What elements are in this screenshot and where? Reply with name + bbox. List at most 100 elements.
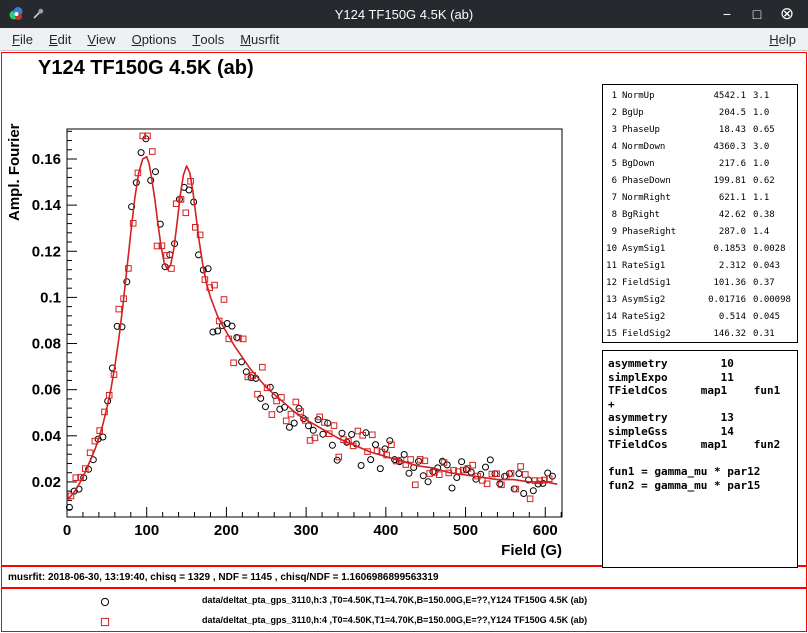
param-error: 0.62	[753, 173, 797, 190]
param-index: 8	[603, 207, 617, 224]
parameter-row-ratesig2: 14RateSig20.5140.045	[603, 309, 797, 326]
svg-text:0: 0	[63, 522, 71, 539]
param-name: NormRight	[622, 190, 692, 207]
window-title: Y124 TF150G 4.5K (ab)	[0, 7, 808, 22]
fourier-plot[interactable]: 0100200300400500600Field (G)0.020.040.06…	[2, 53, 600, 565]
param-value: 217.6	[692, 156, 746, 173]
param-error: 1.0	[753, 105, 797, 122]
param-name: NormDown	[622, 139, 692, 156]
param-name: BgRight	[622, 207, 692, 224]
parameter-row-asymsig2: 13AsymSig20.017160.00098	[603, 292, 797, 309]
param-name: RateSig2	[622, 309, 692, 326]
param-index: 5	[603, 156, 617, 173]
open-circle-marker-icon	[99, 595, 111, 607]
menu-item-options[interactable]: Options	[124, 28, 185, 50]
status-pad[interactable]: musrfit: 2018-06-30, 13:19:40, chisq = 1…	[1, 566, 807, 588]
param-name: FieldSig2	[622, 326, 692, 343]
menu-mnemonic: F	[12, 32, 20, 47]
theory-box[interactable]: asymmetry 10simplExpo 11 TFieldCos map1 f…	[602, 350, 798, 568]
theory-line: asymmetry 10	[608, 357, 797, 371]
menu-item-tools[interactable]: Tools	[184, 28, 232, 50]
param-name: NormUp	[622, 88, 692, 105]
menu-mnemonic: E	[49, 32, 58, 47]
param-index: 11	[603, 258, 617, 275]
parameter-row-bgup: 2BgUp204.51.0	[603, 105, 797, 122]
param-error: 0.31	[753, 326, 797, 343]
titlebar[interactable]: Y124 TF150G 4.5K (ab) − □ ⊗	[0, 0, 808, 28]
legend-entry: data/deltat_pta_gps_3110,h:3 ,T0=4.50K,T…	[2, 591, 806, 611]
param-index: 14	[603, 309, 617, 326]
root-canvas: Y124 TF150G 4.5K (ab) 010020030040050060…	[0, 51, 808, 633]
svg-text:0.04: 0.04	[32, 428, 62, 445]
param-index: 15	[603, 326, 617, 343]
maximize-button[interactable]: □	[748, 5, 766, 23]
param-index: 9	[603, 224, 617, 241]
menu-mnemonic: V	[87, 32, 96, 47]
param-error: 3.0	[753, 139, 797, 156]
theory-line: simpleGss 14	[608, 425, 797, 439]
parameter-row-fieldsig2: 15 FieldSig2146.32 0.31	[603, 326, 797, 343]
theory-line: fun1 = gamma_mu * par12	[608, 465, 797, 479]
pin-icon[interactable]	[31, 7, 45, 21]
param-name: BgUp	[622, 105, 692, 122]
param-error: 0.37	[753, 275, 797, 292]
param-name: PhaseUp	[622, 122, 692, 139]
param-value: 0.514	[692, 309, 746, 326]
parameter-row-phasedown: 6PhaseDown199.810.62	[603, 173, 797, 190]
menu-mnemonic: T	[192, 32, 200, 47]
svg-text:0.12: 0.12	[32, 243, 61, 260]
param-error: 3.1	[753, 88, 797, 105]
menubar: FileEditViewOptionsToolsMusrfit Help	[0, 28, 808, 51]
svg-text:0.16: 0.16	[32, 151, 61, 168]
menu-item-help[interactable]: Help	[761, 28, 804, 50]
close-button[interactable]: ⊗	[778, 5, 796, 23]
svg-text:100: 100	[134, 522, 159, 539]
menu-item-edit[interactable]: Edit	[41, 28, 79, 50]
param-name: AsymSig1	[622, 241, 692, 258]
menu-item-musrfit[interactable]: Musrfit	[232, 28, 287, 50]
y-axis: 0.020.040.060.080.10.120.140.16Ampl. Fou…	[6, 123, 77, 509]
param-value: 146.32	[692, 326, 746, 343]
param-error: 1.1	[753, 190, 797, 207]
param-value: 4542.1	[692, 88, 746, 105]
param-name: AsymSig2	[622, 292, 692, 309]
param-index: 10	[603, 241, 617, 258]
parameter-box[interactable]: 1NormUp4542.13.12BgUp204.51.03PhaseUp18.…	[602, 84, 798, 343]
parameter-row-ratesig1: 11RateSig12.3120.043	[603, 258, 797, 275]
param-value: 42.62	[692, 207, 746, 224]
menu-item-view[interactable]: View	[79, 28, 123, 50]
theory-line: TFieldCos map1 fun2	[608, 438, 797, 452]
svg-text:600: 600	[533, 522, 558, 539]
param-error: 0.38	[753, 207, 797, 224]
app-icon	[8, 6, 24, 22]
param-index: 7	[603, 190, 617, 207]
x-axis: 0100200300400500600Field (G)	[63, 507, 562, 559]
app-window: Y124 TF150G 4.5K (ab) − □ ⊗ FileEditView…	[0, 0, 808, 633]
parameter-row-normup: 1 NormUp4542.1 3.1	[603, 88, 797, 105]
param-index: 4	[603, 139, 617, 156]
param-index: 6	[603, 173, 617, 190]
menu-mnemonic: O	[132, 32, 142, 47]
param-name: RateSig1	[622, 258, 692, 275]
theory-line: asymmetry 13	[608, 411, 797, 425]
menu-item-file[interactable]: File	[4, 28, 41, 50]
param-name: BgDown	[622, 156, 692, 173]
param-value: 199.81	[692, 173, 746, 190]
svg-text:0.08: 0.08	[32, 336, 61, 353]
param-index: 1	[603, 88, 617, 105]
legend-pad[interactable]: data/deltat_pta_gps_3110,h:3 ,T0=4.50K,T…	[1, 588, 807, 632]
minimize-button[interactable]: −	[718, 5, 736, 23]
param-value: 0.1853	[692, 241, 746, 258]
theory-line: fun2 = gamma_mu * par15	[608, 479, 797, 493]
theory-line: simplExpo 11	[608, 371, 797, 385]
parameter-row-bgright: 8 BgRight42.62 0.38	[603, 207, 797, 224]
param-error: 0.65	[753, 122, 797, 139]
titlebar-left	[0, 6, 45, 22]
param-value: 287.0	[692, 224, 746, 241]
param-error: 0.0028	[753, 241, 797, 258]
parameter-row-phaseright: 9PhaseRight287.01.4	[603, 224, 797, 241]
theory-line	[608, 452, 797, 466]
data-series-h3	[66, 136, 555, 511]
parameter-row-bgdown: 5BgDown217.61.0	[603, 156, 797, 173]
plot-pad[interactable]: Y124 TF150G 4.5K (ab) 010020030040050060…	[1, 52, 807, 566]
